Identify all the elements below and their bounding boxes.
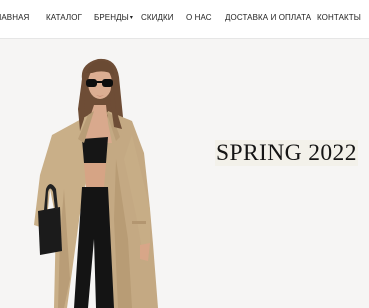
nav-item-home[interactable]: ГЛАВНАЯ xyxy=(0,13,29,23)
nav-item-about[interactable]: О НАС xyxy=(186,13,212,23)
chevron-down-icon: ▾ xyxy=(129,15,133,21)
nav-item-brands-label: БРЕНДЫ xyxy=(94,13,129,22)
nav-item-catalog[interactable]: КАТАЛОГ xyxy=(46,13,82,23)
hero-headline: SPRING 2022 xyxy=(215,140,358,166)
nav-item-contacts[interactable]: КОНТАКТЫ xyxy=(317,13,361,23)
hero-banner[interactable]: SPRING 2022 xyxy=(0,39,369,308)
nav-item-delivery[interactable]: ДОСТАВКА И ОПЛАТА xyxy=(225,13,311,23)
hero-model-image xyxy=(34,58,158,308)
nav-item-sale[interactable]: СКИДКИ xyxy=(141,13,174,23)
nav-item-brands[interactable]: БРЕНДЫ▾ xyxy=(94,13,133,23)
top-navigation: ГЛАВНАЯ КАТАЛОГ БРЕНДЫ▾ СКИДКИ О НАС ДОС… xyxy=(0,0,369,39)
